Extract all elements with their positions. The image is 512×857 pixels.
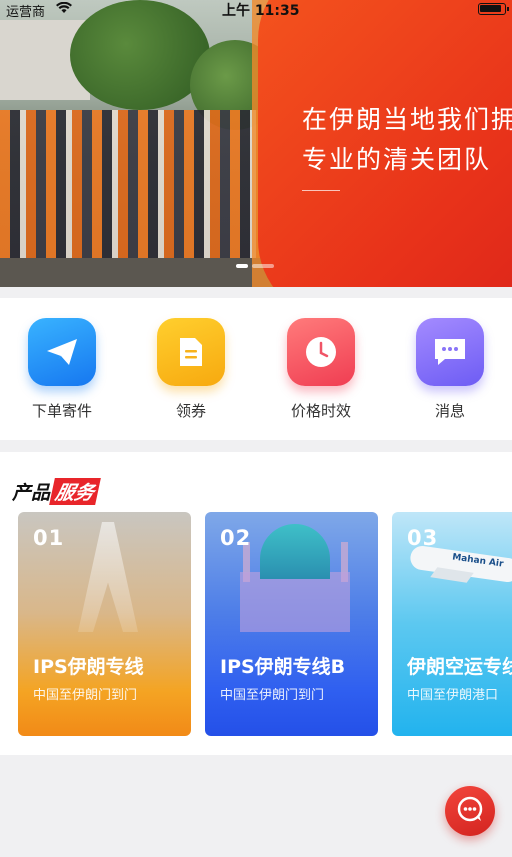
status-bar: 运营商 上午 11:35 <box>0 0 512 20</box>
banner-headline: 在伊朗当地我们拥有 专业的清关团队 <box>302 100 512 180</box>
product-subtitle: 中国至伊朗门到门 <box>33 688 138 703</box>
quick-action-coupon[interactable]: 领券 <box>141 318 241 421</box>
quick-action-label: 消息 <box>434 402 465 420</box>
wifi-icon <box>56 1 72 18</box>
product-number: 02 <box>220 526 252 550</box>
battery-icon <box>478 3 509 15</box>
banner-headline-line1: 在伊朗当地我们拥有 <box>302 105 512 134</box>
carousel-indicator <box>236 264 274 268</box>
status-time: 上午 11:35 <box>222 3 300 19</box>
product-number: 03 <box>407 526 439 550</box>
products-section: 产品 服务 01 IPS伊朗专线 中国至伊朗门到门 02 IPS伊朗专线B 中国至… <box>0 452 512 755</box>
section-title: 产品 服务 <box>12 478 101 505</box>
mosque-image <box>240 572 350 632</box>
product-card[interactable]: 02 IPS伊朗专线B 中国至伊朗门到门 <box>205 512 378 736</box>
quick-action-message[interactable]: 消息 <box>400 318 500 421</box>
carousel-dot[interactable] <box>252 264 274 268</box>
product-card[interactable]: Mahan Air 03 伊朗空运专线 中国至伊朗港口 <box>392 512 512 736</box>
hero-banner[interactable]: 在伊朗当地我们拥有 专业的清关团队 <box>0 0 512 287</box>
section-title-part1: 产品 <box>12 482 51 504</box>
quick-action-price[interactable]: 价格时效 <box>271 318 371 421</box>
azadi-tower-image <box>78 522 138 632</box>
paper-plane-icon <box>28 318 96 386</box>
product-name: IPS伊朗专线B <box>220 656 346 678</box>
quick-action-label: 价格时效 <box>290 402 351 420</box>
product-name: IPS伊朗专线 <box>33 656 144 678</box>
quick-actions: 下单寄件 领券 价格时效 消息 <box>0 298 512 440</box>
product-number: 01 <box>33 526 65 550</box>
clock-icon <box>287 318 355 386</box>
banner-arrow-line <box>302 190 340 191</box>
coupon-icon <box>157 318 225 386</box>
section-title-part2: 服务 <box>49 478 101 505</box>
dome-image <box>260 524 330 579</box>
product-card[interactable]: 01 IPS伊朗专线 中国至伊朗门到门 <box>18 512 191 736</box>
product-subtitle: 中国至伊朗港口 <box>407 688 499 703</box>
banner-headline-line2: 专业的清关团队 <box>302 145 492 174</box>
carousel-dot-active[interactable] <box>236 264 248 268</box>
quick-action-send[interactable]: 下单寄件 <box>12 318 112 421</box>
message-icon <box>416 318 484 386</box>
customer-service-icon <box>456 795 484 827</box>
product-name: 伊朗空运专线 <box>407 656 512 678</box>
product-subtitle: 中国至伊朗门到门 <box>220 688 325 703</box>
customer-service-button[interactable] <box>445 786 495 836</box>
quick-action-label: 下单寄件 <box>31 402 92 420</box>
quick-action-label: 领券 <box>175 402 206 420</box>
carrier-label: 运营商 <box>6 5 46 20</box>
